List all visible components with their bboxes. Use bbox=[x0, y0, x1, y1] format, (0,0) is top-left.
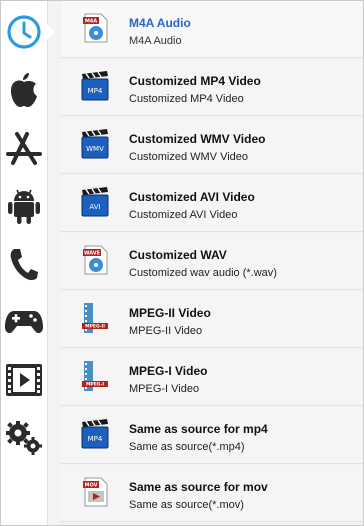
svg-text:WAVE: WAVE bbox=[84, 251, 101, 257]
format-subtitle: Customized wav audio (*.wav) bbox=[129, 267, 277, 279]
format-item-m4a-audio[interactable]: M4A M4A Audio M4A Audio bbox=[61, 1, 363, 58]
sidebar-item-android[interactable] bbox=[1, 177, 47, 235]
svg-text:MPEG-I: MPEG-I bbox=[86, 382, 104, 388]
m4a-icon: M4A bbox=[79, 12, 111, 44]
format-title: Customized AVI Video bbox=[129, 190, 255, 204]
mp4-clapper-icon: MP4 bbox=[79, 70, 111, 102]
gears-icon bbox=[4, 420, 44, 456]
format-subtitle: M4A Audio bbox=[129, 35, 182, 47]
format-title: Same as source for mov bbox=[129, 480, 268, 494]
android-icon bbox=[7, 186, 41, 226]
format-picker-window: M4A M4A Audio M4A Audio MP4 Customized M… bbox=[0, 0, 364, 526]
svg-text:MP4: MP4 bbox=[88, 435, 103, 443]
mov-source-icon: MOV bbox=[79, 476, 111, 508]
format-subtitle: Customized WMV Video bbox=[129, 151, 249, 163]
mpeg1-film-icon: MPEG-I bbox=[79, 360, 111, 392]
format-subtitle: Same as source(*.mov) bbox=[129, 499, 244, 511]
format-list: M4A M4A Audio M4A Audio MP4 Customized M… bbox=[61, 1, 363, 525]
sidebar-item-app-store[interactable] bbox=[1, 119, 47, 177]
format-item-mpeg1-video[interactable]: MPEG-I MPEG-I Video MPEG-I Video bbox=[61, 349, 363, 406]
svg-text:WMV: WMV bbox=[86, 145, 104, 153]
format-item-same-source-mov[interactable]: MOV Same as source for mov Same as sourc… bbox=[61, 465, 363, 522]
wmv-clapper-icon: WMV bbox=[79, 128, 111, 160]
gamepad-icon bbox=[4, 307, 44, 337]
format-item-same-source-mp4[interactable]: MP4 Same as source for mp4 Same as sourc… bbox=[61, 407, 363, 464]
format-title: Same as source for mp4 bbox=[129, 422, 268, 436]
sidebar-item-game[interactable] bbox=[1, 293, 47, 351]
wav-icon: WAVE bbox=[79, 244, 111, 276]
selection-pointer bbox=[47, 24, 55, 40]
avi-clapper-icon: AVI bbox=[79, 186, 111, 218]
film-play-icon bbox=[4, 362, 44, 398]
sidebar-item-recent[interactable] bbox=[1, 3, 47, 61]
format-subtitle: Customized MP4 Video bbox=[129, 93, 244, 105]
format-title: MPEG-I Video bbox=[129, 364, 208, 378]
svg-text:MPEG-II: MPEG-II bbox=[85, 324, 105, 330]
format-title: MPEG-II Video bbox=[129, 306, 211, 320]
sidebar-item-phone[interactable] bbox=[1, 235, 47, 293]
format-item-customized-mp4[interactable]: MP4 Customized MP4 Video Customized MP4 … bbox=[61, 59, 363, 116]
format-item-customized-avi[interactable]: AVI Customized AVI Video Customized AVI … bbox=[61, 175, 363, 232]
sidebar-item-apple[interactable] bbox=[1, 61, 47, 119]
mpeg2-film-icon: MPEG-II bbox=[79, 302, 111, 334]
format-item-customized-wav[interactable]: WAVE Customized WAV Customized wav audio… bbox=[61, 233, 363, 290]
phone-icon bbox=[8, 246, 40, 282]
format-item-customized-wmv[interactable]: WMV Customized WMV Video Customized WMV … bbox=[61, 117, 363, 174]
apple-icon bbox=[7, 71, 41, 109]
format-title: Customized MP4 Video bbox=[129, 74, 261, 88]
svg-text:AVI: AVI bbox=[89, 203, 100, 211]
svg-text:M4A: M4A bbox=[85, 19, 97, 25]
mp4-source-icon: MP4 bbox=[79, 418, 111, 450]
format-subtitle: Same as source(*.mp4) bbox=[129, 441, 245, 453]
format-subtitle: MPEG-II Video bbox=[129, 325, 203, 337]
format-title: Customized WMV Video bbox=[129, 132, 266, 146]
format-title: Customized WAV bbox=[129, 248, 227, 262]
format-item-mpeg2-video[interactable]: MPEG-II MPEG-II Video MPEG-II Video bbox=[61, 291, 363, 348]
svg-text:MOV: MOV bbox=[85, 483, 98, 489]
svg-text:MP4: MP4 bbox=[88, 87, 103, 95]
app-store-icon bbox=[5, 130, 43, 166]
clock-icon bbox=[6, 14, 42, 50]
format-subtitle: Customized AVI Video bbox=[129, 209, 238, 221]
sidebar-item-settings[interactable] bbox=[1, 409, 47, 467]
sidebar-item-video[interactable] bbox=[1, 351, 47, 409]
format-subtitle: MPEG-I Video bbox=[129, 383, 200, 395]
format-title: M4A Audio bbox=[129, 16, 191, 30]
category-sidebar bbox=[1, 1, 48, 525]
